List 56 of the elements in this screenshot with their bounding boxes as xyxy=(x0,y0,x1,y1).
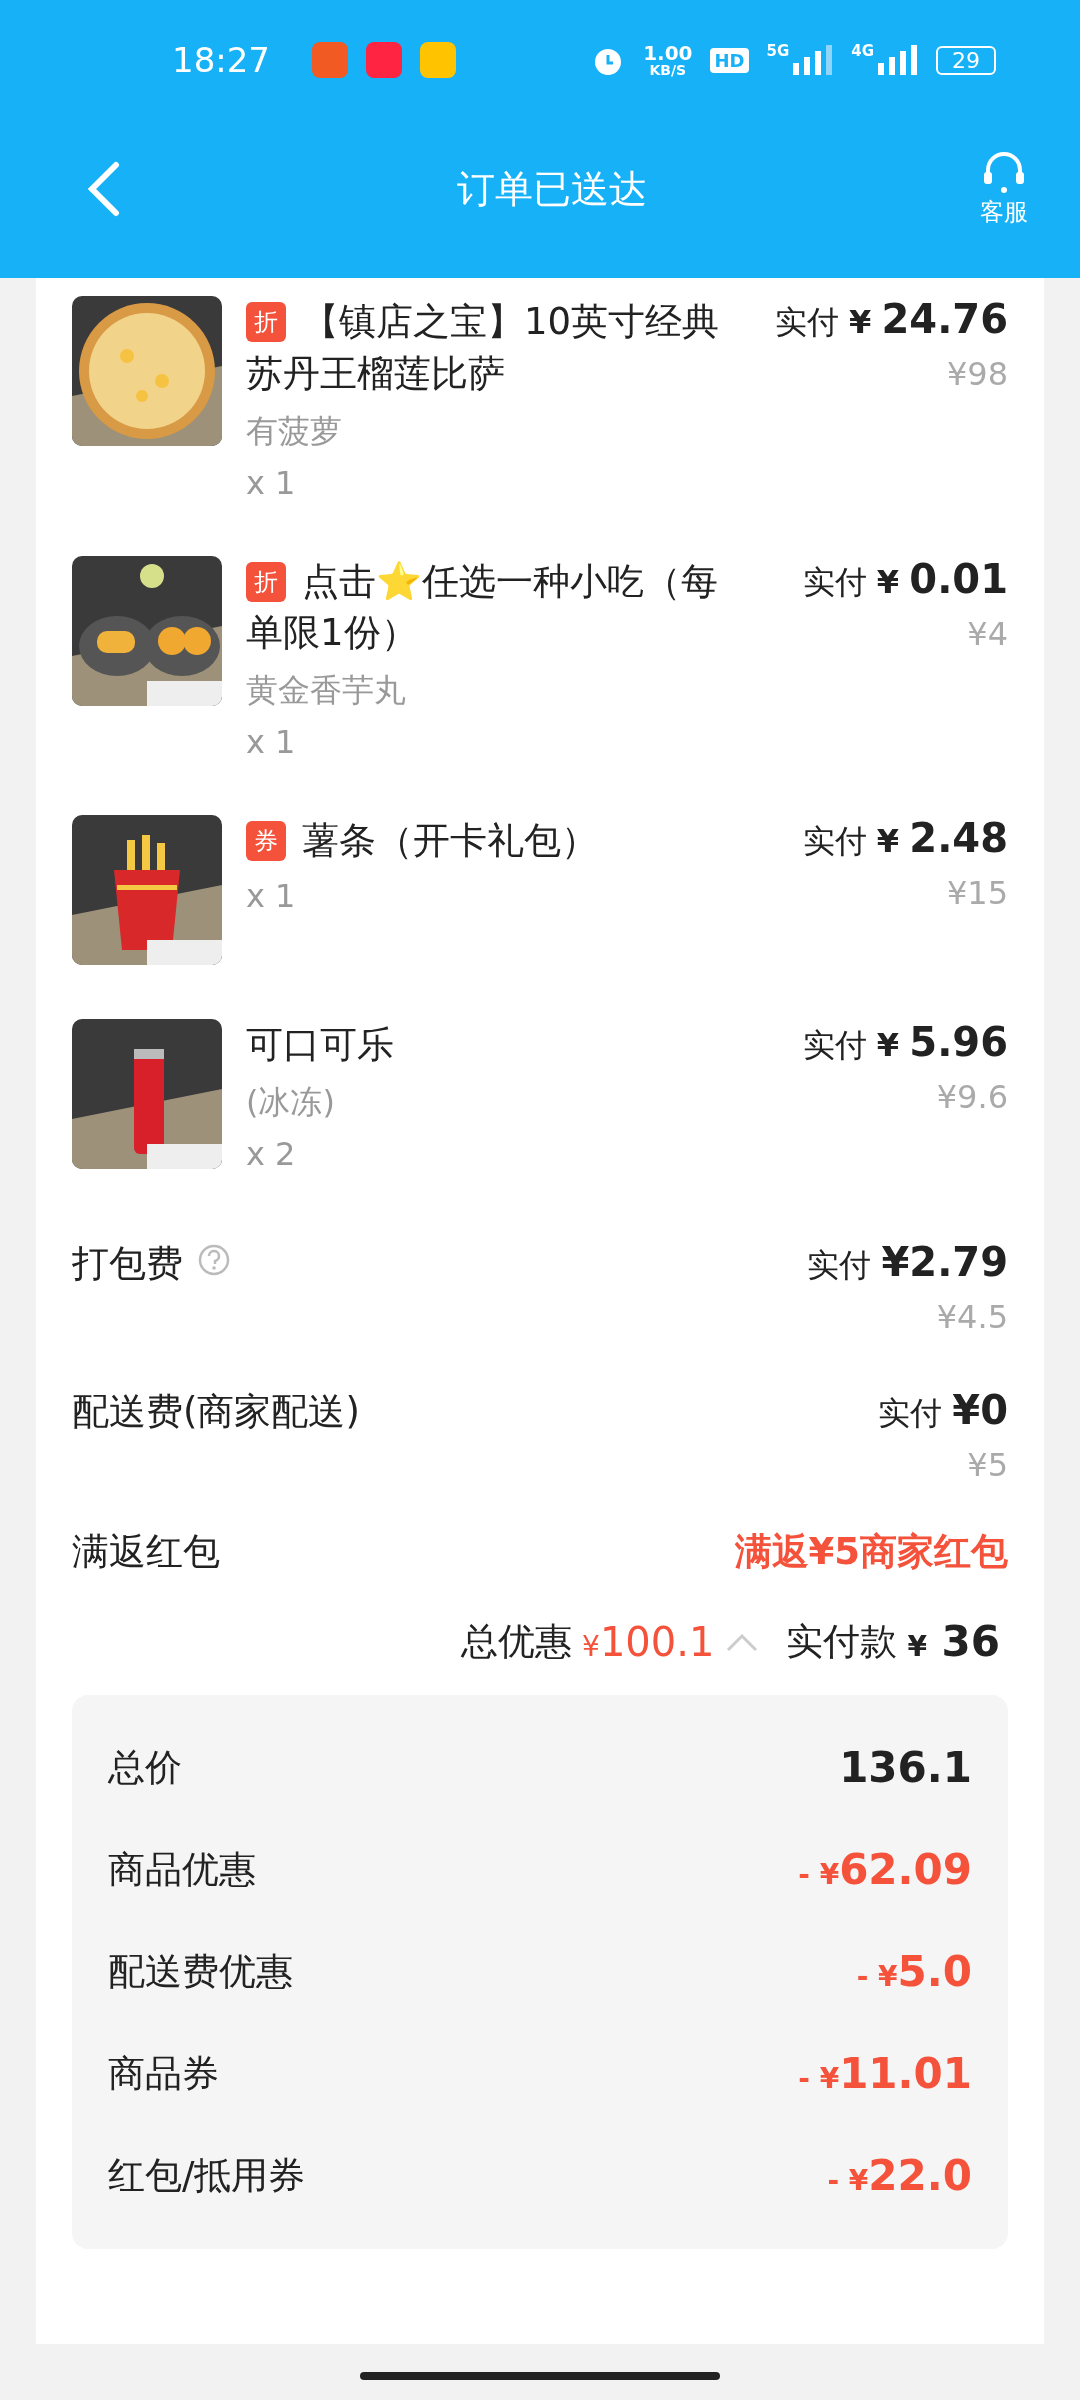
network-type: 4G xyxy=(851,42,874,60)
network-type: 5G xyxy=(766,42,790,60)
product-spec: 有菠萝 xyxy=(246,410,343,452)
status-time: 18:27 xyxy=(172,40,270,80)
original-price: ¥4.5 xyxy=(936,1298,1008,1336)
breakdown-label: 商品券 xyxy=(108,2051,219,2097)
breakdown-value: - ¥5.0 xyxy=(856,1947,972,1997)
original-price: ¥98 xyxy=(946,355,1008,393)
paid-price: 实付 ¥0 xyxy=(878,1387,1008,1435)
original-price: ¥5 xyxy=(967,1446,1008,1484)
amount-paid: ¥ 36 xyxy=(907,1617,1000,1667)
rebate-value: 满返¥5商家红包 xyxy=(734,1529,1008,1575)
product-quantity: x 1 xyxy=(246,463,297,502)
paid-price: 实付 ¥ 5.96 xyxy=(802,1019,1008,1068)
product-quantity: x 1 xyxy=(246,877,297,915)
breakdown-value: - ¥62.09 xyxy=(798,1845,972,1895)
original-price: ¥4 xyxy=(967,614,1008,653)
original-price: ¥15 xyxy=(946,874,1008,913)
app-icon xyxy=(312,42,348,78)
product-name: 可口可乐 xyxy=(246,1022,395,1069)
app-icon xyxy=(366,42,402,78)
app-icon xyxy=(420,42,456,78)
breakdown-label: 配送费优惠 xyxy=(108,1949,293,1995)
signal-icon xyxy=(878,45,918,75)
help-icon[interactable] xyxy=(197,1243,231,1277)
fee-label: 配送费(商家配送) xyxy=(72,1389,360,1435)
total-discount: ¥100.1 xyxy=(582,1619,715,1665)
product-name: 券 薯条（开卡礼包） xyxy=(246,815,726,867)
paid-price: 实付 ¥ 24.76 xyxy=(774,296,1008,344)
home-indicator[interactable] xyxy=(360,2372,720,2380)
paid-price: 实付 ¥2.79 xyxy=(807,1239,1008,1287)
total-discount-label: 总优惠 xyxy=(461,1619,573,1665)
battery-level: 29 xyxy=(936,45,996,75)
breakdown-value: 136.1 xyxy=(839,1743,972,1793)
page-title: 订单已送达 xyxy=(457,165,647,213)
product-quantity: x 1 xyxy=(246,723,297,762)
customer-service-button[interactable]: 客服 xyxy=(980,150,1028,228)
product-spec: 黄金香芋丸 xyxy=(246,670,407,712)
amount-paid-label: 实付款 xyxy=(786,1619,898,1665)
network-speed: 1.00 KB/S xyxy=(643,43,693,77)
product-name: 折 点击⭐任选一种小吃（每单限1份） xyxy=(246,558,719,657)
breakdown-label: 总价 xyxy=(108,1745,182,1791)
hd-indicator: HD xyxy=(710,47,749,73)
product-spec: (冰冻) xyxy=(246,1082,336,1123)
breakdown-value: - ¥22.0 xyxy=(827,2151,972,2201)
original-price: ¥9.6 xyxy=(936,1078,1008,1117)
product-name: 折 【镇店之宝】10英寸经典苏丹王榴莲比萨 xyxy=(246,299,721,397)
fee-label: 打包费 xyxy=(72,1241,183,1287)
paid-price: 实付 ¥ 2.48 xyxy=(802,815,1008,864)
breakdown-value: - ¥11.01 xyxy=(798,2049,972,2099)
breakdown-label: 商品优惠 xyxy=(108,1847,256,1893)
signal-icon xyxy=(793,45,834,75)
breakdown-label: 红包/抵用券 xyxy=(108,2153,306,2199)
product-quantity: x 2 xyxy=(246,1135,297,1173)
paid-price: 实付 ¥ 0.01 xyxy=(802,555,1008,604)
rebate-label: 满返红包 xyxy=(72,1529,220,1575)
